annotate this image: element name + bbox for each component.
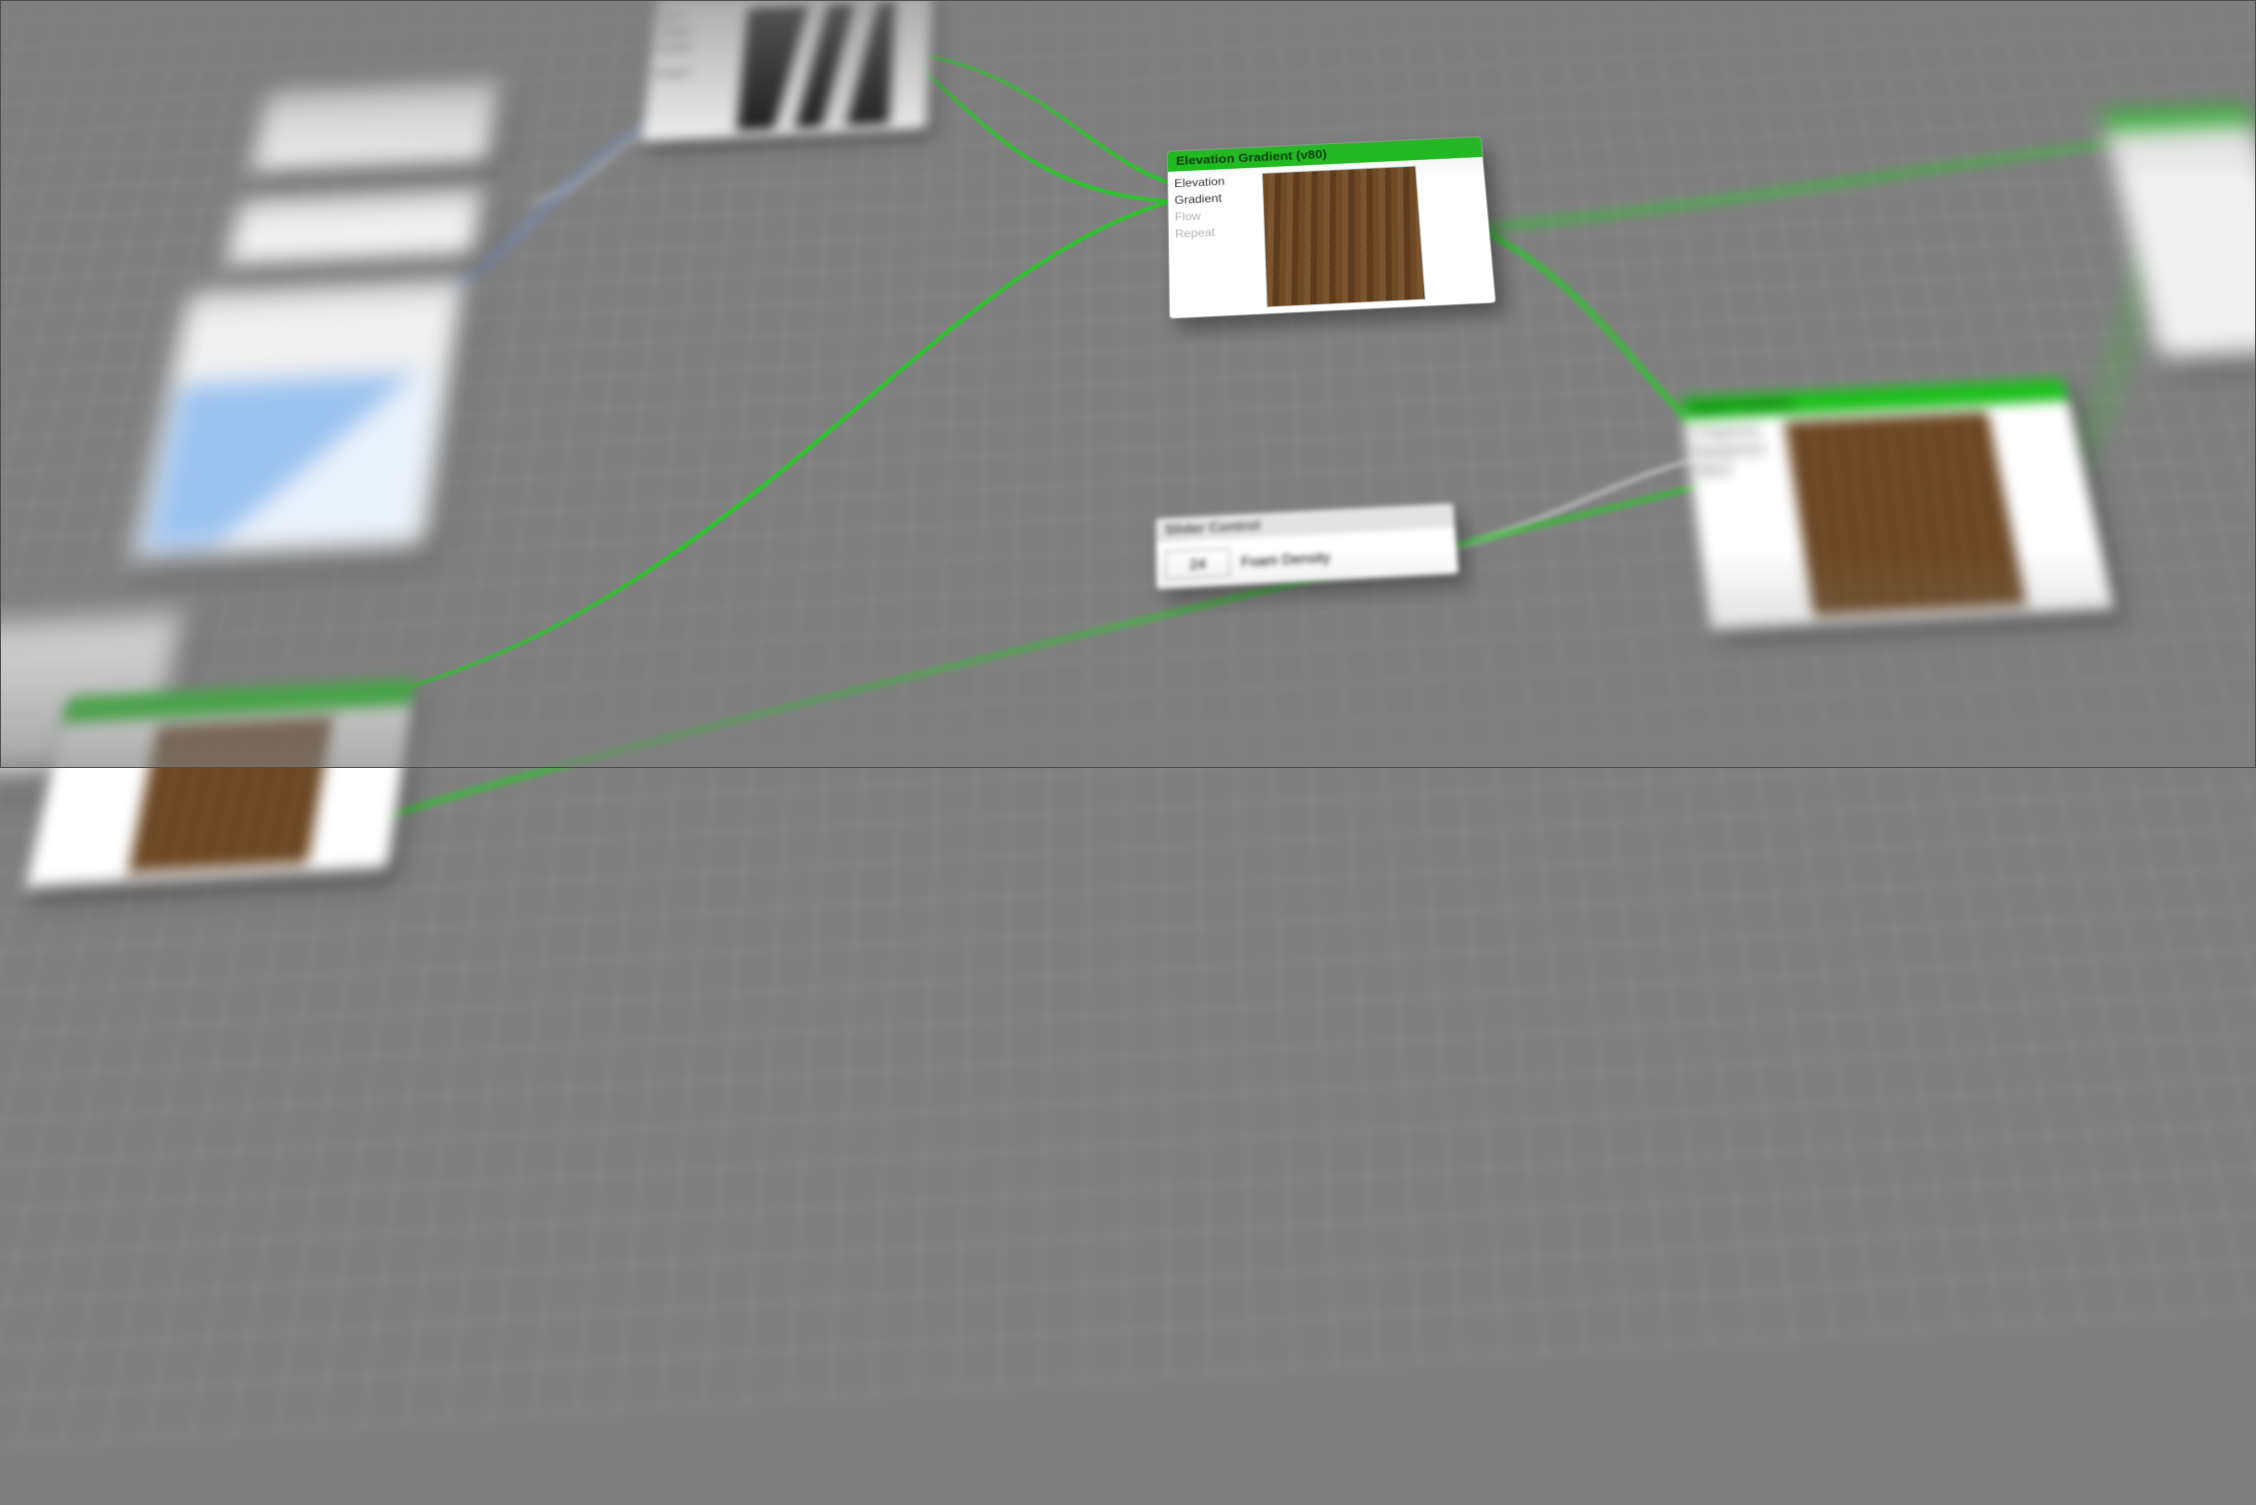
node-graph-world[interactable]: Sort Select Graph Scalar Detail Combine: [0, 0, 2256, 865]
node-graph-stage: Sort Select Graph Scalar Detail Combine: [0, 0, 2256, 768]
